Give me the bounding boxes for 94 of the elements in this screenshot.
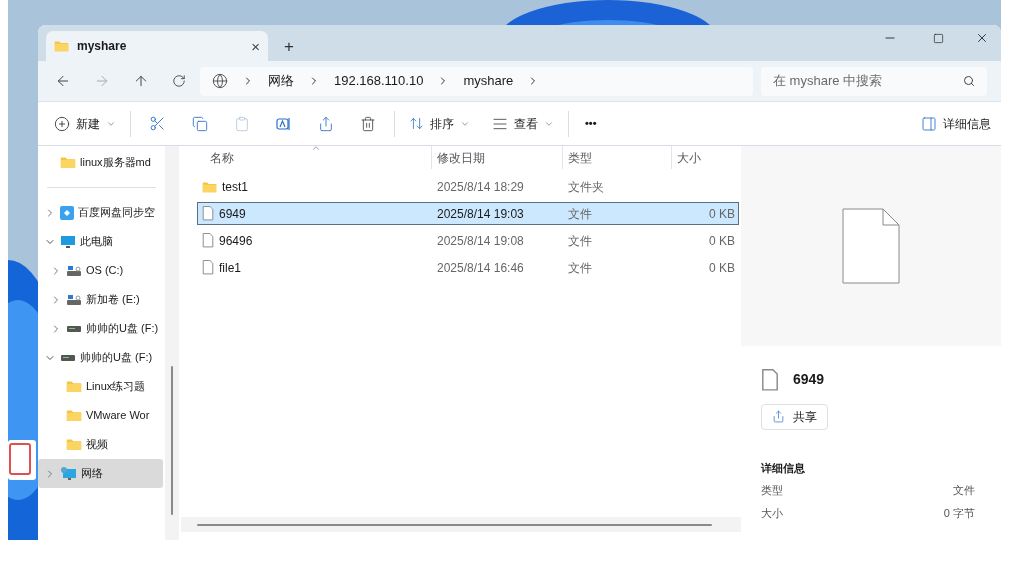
details-button[interactable]: 详细信息 [917, 108, 995, 139]
horizontal-scrollbar[interactable] [181, 517, 741, 532]
network-icon [60, 466, 77, 481]
sidebar-item[interactable]: 网络 [38, 459, 163, 488]
file-icon [761, 369, 779, 391]
drive-icon [60, 353, 76, 362]
close-icon[interactable] [975, 31, 989, 45]
folder-icon [54, 40, 69, 52]
file-name: test1 [222, 178, 248, 196]
sort-indicator-icon [311, 143, 321, 153]
share-icon [772, 410, 785, 424]
column-header[interactable]: 名称 [197, 146, 431, 169]
sidebar-item[interactable]: linux服务器md [38, 148, 163, 177]
maximize-icon[interactable] [933, 32, 944, 44]
property-value: 0 字节 [943, 505, 975, 521]
rename-icon[interactable] [276, 115, 292, 132]
sidebar-item[interactable]: 帅帅的U盘 (F:) [38, 343, 163, 372]
sort-icon [409, 116, 424, 131]
search-field[interactable]: 在 myshare 中搜索 [761, 66, 987, 96]
breadcrumb-item[interactable]: 192.168.110.10 [334, 71, 424, 91]
table-cell-text: 2025/8/14 19:08 [436, 232, 525, 250]
sidebar-item[interactable]: 此电脑 [38, 227, 163, 256]
search-icon [963, 75, 975, 87]
sidebar-item[interactable]: 帅帅的U盘 (F:) [38, 314, 163, 343]
sidebar-item[interactable]: Linux练习题 [38, 372, 163, 401]
file-name: 6949 [793, 370, 825, 390]
table-cell-text: 文件 [567, 232, 593, 250]
sidebar-item[interactable]: 新加卷 (E:) [38, 285, 163, 314]
file-name: 96496 [219, 232, 253, 250]
paste-icon[interactable] [234, 115, 250, 132]
close-tab-button[interactable]: × [251, 38, 260, 54]
scrollbar[interactable] [165, 146, 179, 540]
file-name: file1 [219, 259, 241, 277]
table-cell-text: 2025/8/14 16:46 [436, 259, 525, 277]
plus-icon [54, 115, 70, 132]
table-cell-text: 文件夹 [567, 178, 605, 196]
up-icon[interactable] [133, 73, 149, 89]
table-cell-text: 0 KB [708, 205, 736, 223]
drive-icon [66, 264, 82, 277]
file-row[interactable]: 6949 2025/8/14 19:03 文件 0 KB [197, 202, 739, 225]
folder-icon [66, 438, 82, 451]
file-icon [202, 206, 214, 221]
new-tab-button[interactable]: + [284, 38, 294, 55]
globe-icon [212, 73, 228, 89]
refresh-icon[interactable] [172, 74, 186, 88]
computer-icon [60, 234, 76, 249]
file-icon [202, 260, 214, 275]
folder-icon [66, 380, 82, 393]
table-cell-text: 2025/8/14 19:03 [436, 205, 525, 223]
file-icon [202, 233, 214, 248]
new-button[interactable]: 新建 [46, 107, 124, 140]
folder-icon [202, 180, 217, 193]
column-header[interactable]: 类型 [562, 146, 671, 169]
sort-button[interactable]: 排序 [401, 107, 478, 140]
file-row[interactable]: test1 2025/8/14 18:29 文件夹 [197, 175, 739, 198]
delete-icon[interactable] [360, 115, 376, 132]
table-cell-text: 文件 [567, 259, 593, 277]
cut-icon[interactable] [149, 115, 166, 132]
drive-icon [66, 324, 82, 333]
file-row[interactable]: 96496 2025/8/14 19:08 文件 0 KB [197, 229, 739, 252]
address-bar[interactable]: 网络 192.168.110.10 myshare [200, 66, 753, 96]
breadcrumb-item[interactable]: myshare [463, 71, 514, 91]
property-label: 类型 [761, 483, 783, 499]
section-heading: 详细信息 [761, 460, 806, 476]
breadcrumb-item[interactable]: 网络 [268, 71, 294, 91]
sidebar-item[interactable]: 百度网盘同步空 [38, 198, 163, 227]
copy-icon[interactable] [192, 115, 208, 132]
sidebar-item[interactable]: 视频 [38, 430, 163, 459]
property-label: 大小 [761, 505, 783, 521]
drive-icon [66, 293, 82, 306]
file-row[interactable]: file1 2025/8/14 16:46 文件 0 KB [197, 256, 739, 279]
sidebar-item[interactable]: OS (C:) [38, 256, 163, 285]
table-cell-text: 2025/8/14 18:29 [436, 178, 525, 196]
table-cell-text: 0 KB [708, 259, 736, 277]
property-value: 文件 [953, 483, 975, 499]
share-icon[interactable] [318, 115, 334, 132]
table-cell-text: 文件 [567, 205, 593, 223]
back-icon[interactable] [55, 73, 71, 89]
table-cell-text: 0 KB [708, 232, 736, 250]
folder-icon [60, 156, 76, 169]
tab-title: myshare [77, 38, 128, 55]
file-icon [842, 208, 900, 284]
view-button[interactable]: 查看 [484, 107, 562, 140]
search-input[interactable]: 在 myshare 中搜索 [773, 71, 963, 91]
cloud-drive-icon [60, 205, 74, 220]
column-header[interactable]: 修改日期 [431, 146, 562, 169]
more-button[interactable]: ••• [585, 115, 597, 132]
panel-icon [921, 115, 937, 132]
share-button[interactable]: 共享 [761, 403, 828, 430]
tab[interactable]: myshare × [46, 31, 268, 61]
file-name: 6949 [219, 205, 246, 223]
forward-icon[interactable] [94, 73, 110, 89]
folder-icon [66, 409, 82, 422]
sidebar-item[interactable]: VMware Wor [38, 401, 163, 430]
